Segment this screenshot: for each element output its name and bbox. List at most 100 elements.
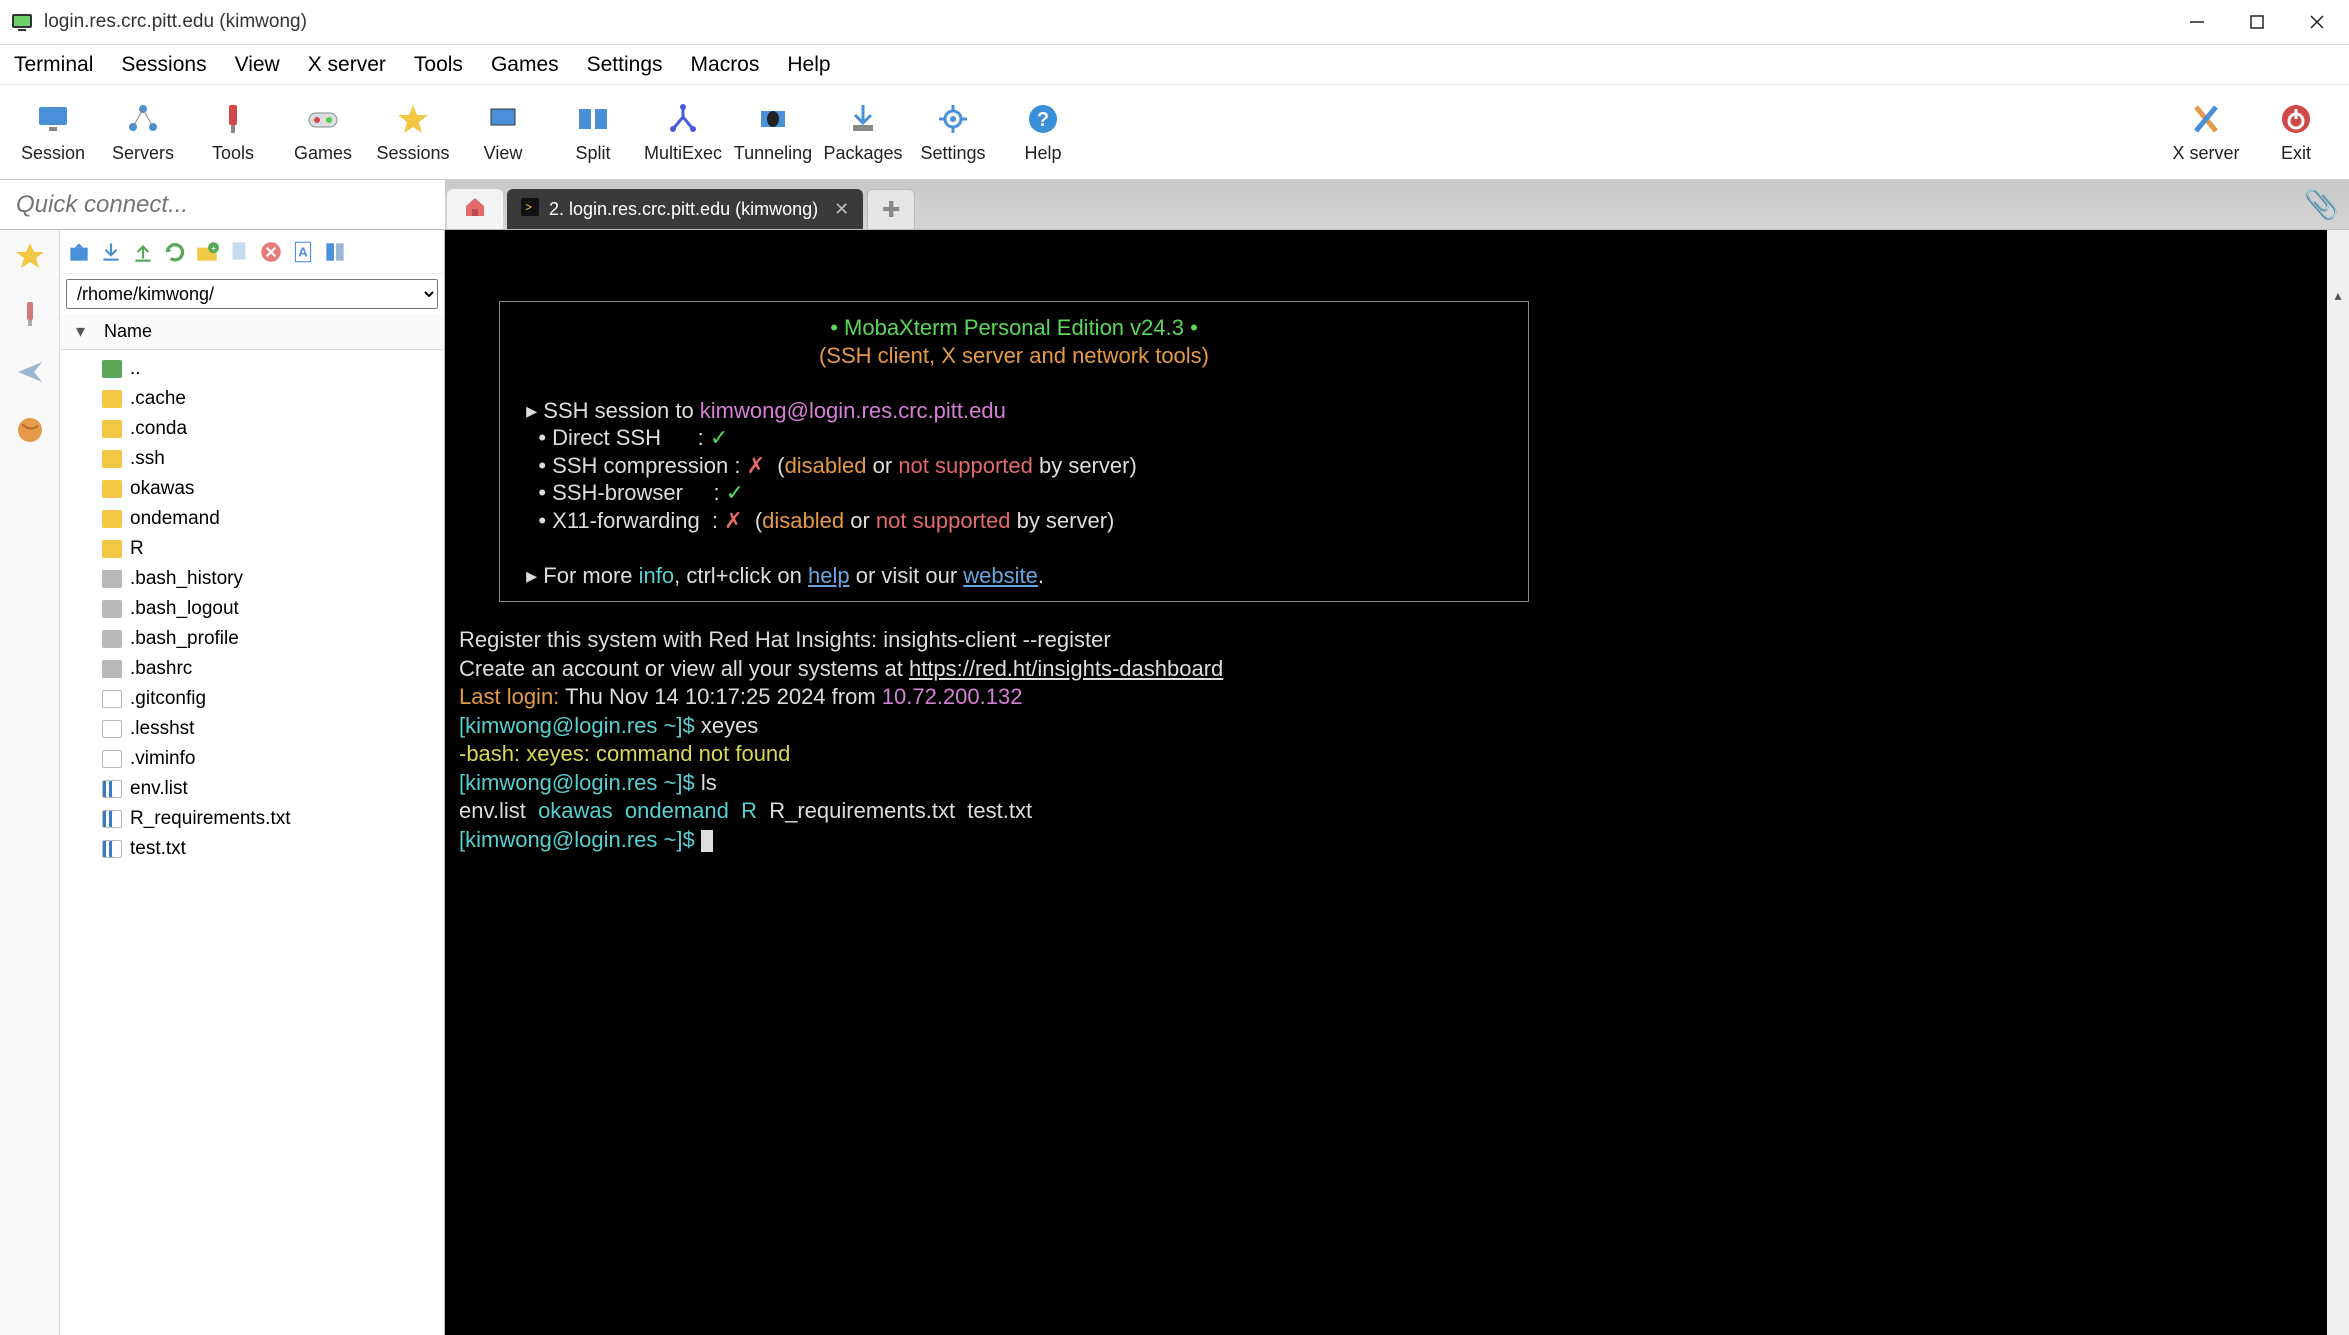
- refresh-icon[interactable]: [162, 239, 188, 265]
- menu-view[interactable]: View: [235, 53, 280, 77]
- tool-tunneling[interactable]: Tunneling: [728, 101, 818, 164]
- file-icon: [102, 570, 122, 588]
- sftp-row[interactable]: okawas: [60, 474, 444, 504]
- globe-icon[interactable]: [14, 414, 46, 446]
- star-icon[interactable]: [14, 240, 46, 272]
- file-icon: [102, 750, 122, 768]
- tool-label: Tools: [212, 143, 254, 164]
- direct-ssh-label: Direct SSH :: [552, 425, 710, 450]
- sftp-row[interactable]: .bash_history: [60, 564, 444, 594]
- quick-connect-box[interactable]: [0, 180, 445, 229]
- file-icon: [102, 840, 122, 858]
- tool-games[interactable]: Games: [278, 101, 368, 164]
- terminal-scrollbar[interactable]: ▴: [2327, 230, 2349, 1335]
- home-icon: [463, 195, 487, 224]
- tool-xserver[interactable]: X server: [2161, 101, 2251, 164]
- tab-home[interactable]: [447, 189, 503, 229]
- insights-link[interactable]: https://red.ht/insights-dashboard: [909, 656, 1223, 681]
- tool-view[interactable]: View: [458, 101, 548, 164]
- tool-tools[interactable]: Tools: [188, 101, 278, 164]
- close-icon[interactable]: ✕: [834, 199, 849, 220]
- tool-label: Packages: [823, 143, 902, 164]
- menu-macros[interactable]: Macros: [691, 53, 760, 77]
- sftp-panel: + A /rhome/kimwong/ ▾ Name .. .cache .cond…: [60, 230, 445, 1335]
- register-line-2a: Create an account or view all your syste…: [459, 656, 909, 681]
- tool-packages[interactable]: Packages: [818, 101, 908, 164]
- last-login-label: Last login:: [459, 684, 559, 709]
- sftp-row[interactable]: .bash_profile: [60, 624, 444, 654]
- sftp-column-header[interactable]: ▾ Name: [60, 314, 444, 350]
- scroll-up-icon[interactable]: ▴: [2327, 285, 2349, 307]
- new-file-icon[interactable]: [226, 239, 252, 265]
- x11-label: X11-forwarding :: [552, 508, 724, 533]
- tool-sessions[interactable]: Sessions: [368, 101, 458, 164]
- check-icon: ✓: [726, 480, 744, 505]
- cmd-xeyes: xeyes: [701, 713, 758, 738]
- gamepad-icon: [305, 101, 341, 137]
- sftp-row[interactable]: ..: [60, 354, 444, 384]
- svg-text:+: +: [211, 242, 216, 252]
- menu-tools[interactable]: Tools: [414, 53, 463, 77]
- sftp-toolbar: + A: [60, 230, 444, 274]
- sftp-row-name: R: [130, 538, 144, 560]
- menu-terminal[interactable]: Terminal: [14, 53, 93, 77]
- sftp-row[interactable]: R_requirements.txt: [60, 804, 444, 834]
- prompt: [kimwong@login.res ~]$: [459, 713, 701, 738]
- tool-servers[interactable]: Servers: [98, 101, 188, 164]
- sftp-row[interactable]: .bashrc: [60, 654, 444, 684]
- maximize-button[interactable]: [2247, 12, 2267, 32]
- close-button[interactable]: [2307, 12, 2327, 32]
- menu-xserver[interactable]: X server: [308, 53, 386, 77]
- send-icon[interactable]: [14, 356, 46, 388]
- tool-help[interactable]: ?Help: [998, 101, 1088, 164]
- tool-session[interactable]: Session: [8, 101, 98, 164]
- sftp-row[interactable]: .lesshst: [60, 714, 444, 744]
- sftp-row[interactable]: .bash_logout: [60, 594, 444, 624]
- sftp-row-name: .cache: [130, 388, 186, 410]
- tool-multiexec[interactable]: MultiExec: [638, 101, 728, 164]
- menu-settings[interactable]: Settings: [587, 53, 663, 77]
- sftp-row[interactable]: .gitconfig: [60, 684, 444, 714]
- title-bar: login.res.crc.pitt.edu (kimwong): [0, 0, 2349, 45]
- go-up-icon[interactable]: [66, 239, 92, 265]
- tools-icon[interactable]: [14, 298, 46, 330]
- file-icon: [102, 780, 122, 798]
- sftp-row[interactable]: .viminfo: [60, 744, 444, 774]
- toggle-pane-icon[interactable]: [322, 239, 348, 265]
- help-link[interactable]: help: [808, 563, 850, 588]
- properties-icon[interactable]: A: [290, 239, 316, 265]
- delete-icon[interactable]: [258, 239, 284, 265]
- sftp-path-select[interactable]: /rhome/kimwong/: [66, 279, 438, 309]
- upload-icon[interactable]: [130, 239, 156, 265]
- tool-settings[interactable]: Settings: [908, 101, 998, 164]
- sftp-row[interactable]: ondemand: [60, 504, 444, 534]
- menu-help[interactable]: Help: [787, 53, 830, 77]
- sftp-row[interactable]: .conda: [60, 414, 444, 444]
- paperclip-icon[interactable]: 📎: [2304, 188, 2339, 221]
- tab-session[interactable]: > 2. login.res.crc.pitt.edu (kimwong) ✕: [507, 189, 863, 229]
- new-folder-icon[interactable]: +: [194, 239, 220, 265]
- prompt: [kimwong@login.res ~]$: [459, 827, 701, 852]
- minimize-button[interactable]: [2187, 12, 2207, 32]
- menu-games[interactable]: Games: [491, 53, 559, 77]
- download-icon[interactable]: [98, 239, 124, 265]
- menu-sessions[interactable]: Sessions: [121, 53, 206, 77]
- sftp-row[interactable]: R: [60, 534, 444, 564]
- tool-split[interactable]: Split: [548, 101, 638, 164]
- website-link[interactable]: website: [963, 563, 1038, 588]
- sftp-row[interactable]: test.txt: [60, 834, 444, 864]
- tool-exit[interactable]: Exit: [2251, 101, 2341, 164]
- tab-new[interactable]: ✚: [867, 189, 915, 229]
- sftp-row[interactable]: env.list: [60, 774, 444, 804]
- chevron-down-icon[interactable]: ▾: [76, 321, 85, 342]
- terminal-banner: • MobaXterm Personal Edition v24.3 • (SS…: [499, 301, 1529, 602]
- ssh-browser-label: SSH-browser :: [552, 480, 726, 505]
- folder-icon: [102, 360, 122, 378]
- quick-connect-input[interactable]: [16, 191, 429, 219]
- sftp-row[interactable]: .ssh: [60, 444, 444, 474]
- knife-icon: [215, 101, 251, 137]
- error-line: -bash: xeyes: command not found: [459, 741, 790, 766]
- terminal[interactable]: • MobaXterm Personal Edition v24.3 • (SS…: [445, 230, 2349, 1335]
- svg-text:?: ?: [1037, 109, 1049, 131]
- sftp-row[interactable]: .cache: [60, 384, 444, 414]
